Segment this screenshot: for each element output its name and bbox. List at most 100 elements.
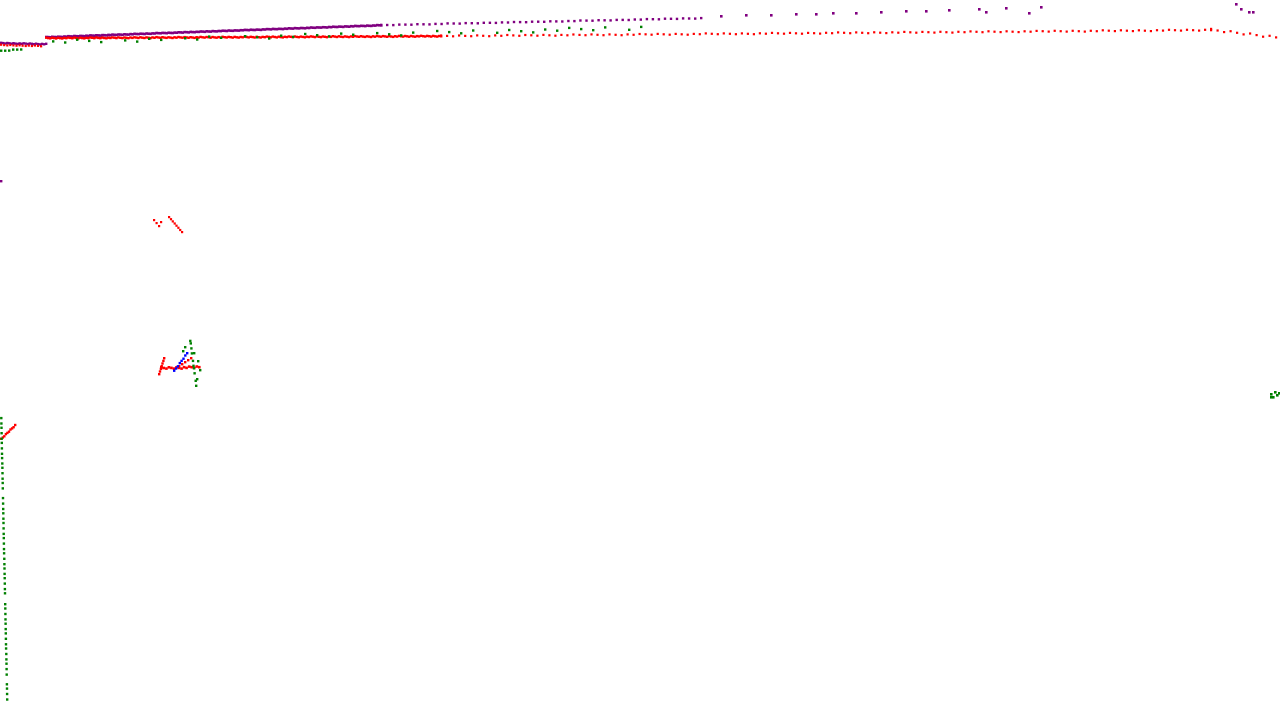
- scan-point: [692, 32, 695, 35]
- scan-point: [180, 359, 183, 363]
- scan-point: [939, 30, 942, 33]
- scan-point: [175, 224, 178, 227]
- scan-point: [2, 512, 5, 515]
- scan-point: [1274, 391, 1277, 394]
- scan-point: [340, 32, 343, 35]
- scan-point: [1198, 29, 1201, 32]
- scan-point: [155, 222, 158, 225]
- scan-point: [500, 34, 503, 37]
- scan-point: [422, 23, 425, 26]
- scan-point: [1101, 29, 1104, 32]
- green-points-layer: [0, 25, 1280, 701]
- scan-point: [428, 23, 431, 26]
- scan-point: [819, 32, 822, 35]
- scan-point: [1125, 29, 1128, 32]
- scan-point: [604, 26, 607, 29]
- scan-point: [537, 20, 540, 23]
- scan-point: [560, 33, 563, 36]
- scan-point: [1240, 8, 1243, 11]
- scan-point: [1262, 35, 1265, 38]
- scan-point: [669, 17, 673, 20]
- scan-point: [181, 36, 184, 39]
- scan-point: [2, 527, 5, 530]
- scan-point: [897, 31, 900, 34]
- scan-point: [1143, 29, 1146, 32]
- scan-point: [1, 496, 5, 500]
- scan-point: [304, 32, 307, 36]
- scan-point: [1, 481, 4, 485]
- scan-point: [410, 23, 413, 26]
- scan-point: [5, 662, 8, 665]
- scan-point: [627, 18, 630, 22]
- scan-point: [179, 228, 182, 232]
- scan-point: [1179, 29, 1183, 32]
- scan-point: [220, 36, 223, 39]
- scan-point: [27, 44, 30, 47]
- scan-point: [2, 547, 6, 551]
- scan-point: [158, 373, 161, 376]
- scan-point: [171, 220, 174, 223]
- scan-point: [169, 218, 173, 221]
- scan-point: [100, 40, 103, 44]
- scan-point: [518, 20, 522, 24]
- scan-point: [0, 432, 3, 435]
- scan-point: [494, 21, 498, 25]
- scan-point: [536, 34, 539, 37]
- scan-point: [524, 21, 528, 24]
- scan-point: [831, 32, 834, 35]
- scan-point: [2, 41, 5, 45]
- scan-point: [1229, 30, 1232, 33]
- scan-point: [158, 370, 162, 373]
- scan-point: [301, 35, 304, 39]
- scan-point: [591, 19, 594, 22]
- scan-point: [561, 20, 564, 23]
- scan-point: [494, 34, 497, 37]
- scan-point: [1023, 30, 1026, 33]
- scan-point: [476, 22, 479, 25]
- scan-point: [268, 37, 271, 40]
- scan-point: [849, 32, 852, 35]
- scan-point: [256, 36, 259, 39]
- scan-point: [1236, 31, 1239, 34]
- scan-point: [4, 643, 8, 646]
- scan-point: [184, 37, 187, 40]
- scan-point: [448, 30, 451, 34]
- scan-point: [12, 426, 15, 429]
- scan-point: [4, 612, 7, 616]
- scan-point: [28, 42, 31, 45]
- scan-point: [5, 687, 9, 690]
- scan-point: [909, 31, 912, 34]
- scan-point: [815, 13, 818, 16]
- scan-point: [579, 19, 582, 22]
- scan-point: [1059, 30, 1062, 33]
- scan-point: [800, 32, 804, 35]
- scan-point: [794, 32, 798, 35]
- scan-point: [1107, 29, 1110, 32]
- scan-point: [419, 34, 423, 37]
- scan-point: [832, 12, 835, 15]
- scan-point: [190, 347, 193, 350]
- scan-point: [740, 32, 743, 35]
- scan-point: [33, 44, 36, 47]
- scan-point: [3, 577, 6, 580]
- scan-point: [2, 507, 5, 511]
- scan-point: [36, 44, 40, 47]
- scan-point: [162, 359, 165, 363]
- scan-point: [160, 38, 163, 42]
- scan-point: [927, 31, 930, 34]
- scan-point: [21, 44, 24, 47]
- scan-point: [675, 17, 679, 21]
- scan-point: [40, 42, 44, 46]
- scan-point: [388, 33, 391, 36]
- scan-point: [4, 632, 7, 635]
- scan-point: [24, 44, 27, 48]
- scan-point: [948, 9, 951, 12]
- scan-point: [720, 15, 723, 18]
- scan-point: [464, 34, 467, 37]
- scan-point: [3, 582, 6, 585]
- scan-point: [173, 369, 176, 372]
- scan-point: [4, 603, 7, 606]
- scan-point: [244, 35, 247, 38]
- scan-point: [969, 30, 972, 33]
- scan-point: [518, 34, 521, 37]
